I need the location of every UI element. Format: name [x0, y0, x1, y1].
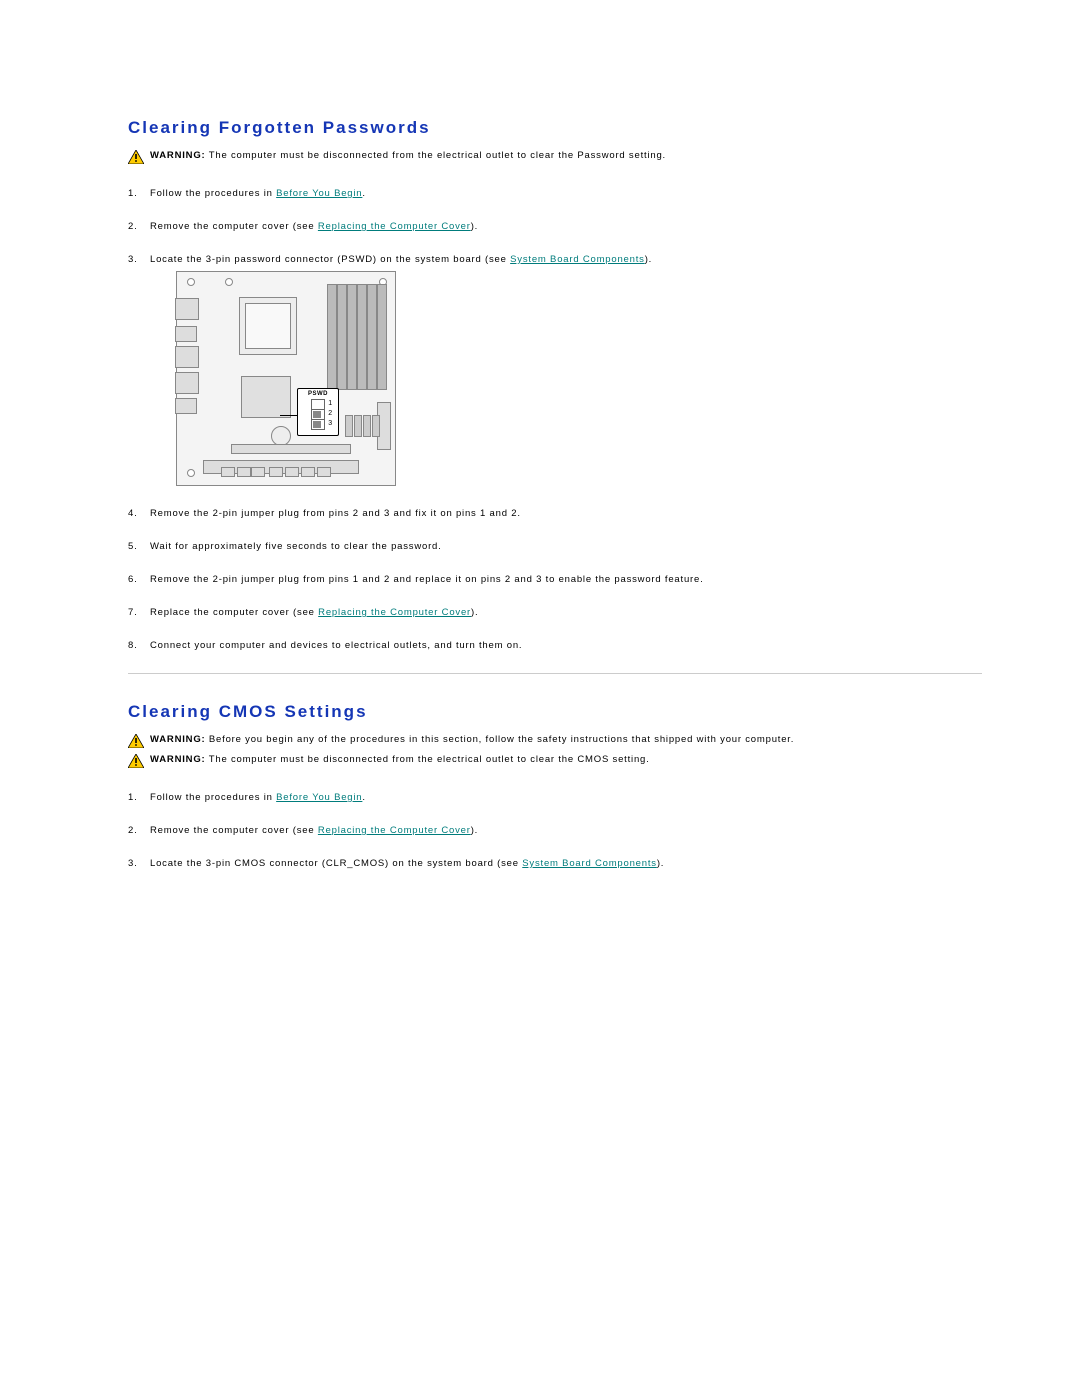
warning-body: The computer must be disconnected from t…	[205, 150, 665, 161]
warning-passwords: WARNING: The computer must be disconnect…	[128, 150, 982, 164]
section-title-cmos: Clearing CMOS Settings	[128, 702, 982, 722]
link-before-you-begin[interactable]: Before You Begin	[276, 792, 362, 803]
step-text: Remove the computer cover (see	[150, 825, 318, 836]
link-system-board[interactable]: System Board Components	[522, 858, 657, 869]
step-text-post: ).	[645, 254, 652, 265]
pin-2-label: 2	[328, 409, 333, 418]
link-system-board[interactable]: System Board Components	[510, 254, 645, 265]
warning-icon	[128, 734, 144, 748]
pswd-label: PSWD	[298, 391, 338, 397]
step-2: Remove the computer cover (see Replacing…	[128, 825, 982, 836]
step-7: Replace the computer cover (see Replacin…	[128, 607, 982, 618]
jumper-block: 1 2 3	[311, 399, 325, 430]
steps-cmos: Follow the procedures in Before You Begi…	[128, 792, 982, 869]
step-text: Follow the procedures in	[150, 188, 276, 199]
warning-text: WARNING: Before you begin any of the pro…	[150, 734, 794, 745]
step-text-post: .	[362, 792, 365, 803]
motherboard-figure: PSWD 1 2 3	[176, 271, 396, 486]
warning-cmos-2: WARNING: The computer must be disconnect…	[128, 754, 982, 768]
step-text-post: ).	[471, 221, 478, 232]
step-text-post: ).	[657, 858, 664, 869]
step-3: Locate the 3-pin password connector (PSW…	[128, 254, 982, 486]
warning-label: WARNING:	[150, 150, 205, 161]
step-1: Follow the procedures in Before You Begi…	[128, 792, 982, 803]
steps-passwords: Follow the procedures in Before You Begi…	[128, 188, 982, 651]
step-6: Remove the 2-pin jumper plug from pins 1…	[128, 574, 982, 585]
step-text-post: ).	[471, 825, 478, 836]
link-replacing-cover[interactable]: Replacing the Computer Cover	[318, 221, 471, 232]
link-replacing-cover[interactable]: Replacing the Computer Cover	[318, 607, 471, 618]
step-text: Remove the computer cover (see	[150, 221, 318, 232]
warning-icon	[128, 754, 144, 768]
step-5: Wait for approximately five seconds to c…	[128, 541, 982, 552]
pin-1-label: 1	[328, 399, 333, 408]
section-title-passwords: Clearing Forgotten Passwords	[128, 118, 982, 138]
step-8: Connect your computer and devices to ele…	[128, 640, 982, 651]
warning-body: Before you begin any of the procedures i…	[205, 734, 794, 745]
step-3: Locate the 3-pin CMOS connector (CLR_CMO…	[128, 858, 982, 869]
section-divider	[128, 673, 982, 674]
pin-3-label: 3	[328, 419, 333, 428]
step-text-post: ).	[471, 607, 478, 618]
warning-label: WARNING:	[150, 734, 205, 745]
step-text: Replace the computer cover (see	[150, 607, 318, 618]
step-text-post: .	[362, 188, 365, 199]
step-text: Locate the 3-pin CMOS connector (CLR_CMO…	[150, 858, 522, 869]
warning-body: The computer must be disconnected from t…	[205, 754, 649, 765]
step-text: Locate the 3-pin password connector (PSW…	[150, 254, 510, 265]
step-1: Follow the procedures in Before You Begi…	[128, 188, 982, 199]
step-4: Remove the 2-pin jumper plug from pins 2…	[128, 508, 982, 519]
warning-label: WARNING:	[150, 754, 205, 765]
link-replacing-cover[interactable]: Replacing the Computer Cover	[318, 825, 471, 836]
warning-text: WARNING: The computer must be disconnect…	[150, 150, 666, 161]
step-2: Remove the computer cover (see Replacing…	[128, 221, 982, 232]
step-text: Follow the procedures in	[150, 792, 276, 803]
link-before-you-begin[interactable]: Before You Begin	[276, 188, 362, 199]
warning-icon	[128, 150, 144, 164]
warning-cmos-1: WARNING: Before you begin any of the pro…	[128, 734, 982, 748]
warning-text: WARNING: The computer must be disconnect…	[150, 754, 650, 765]
pswd-callout: PSWD 1 2 3	[297, 388, 339, 436]
